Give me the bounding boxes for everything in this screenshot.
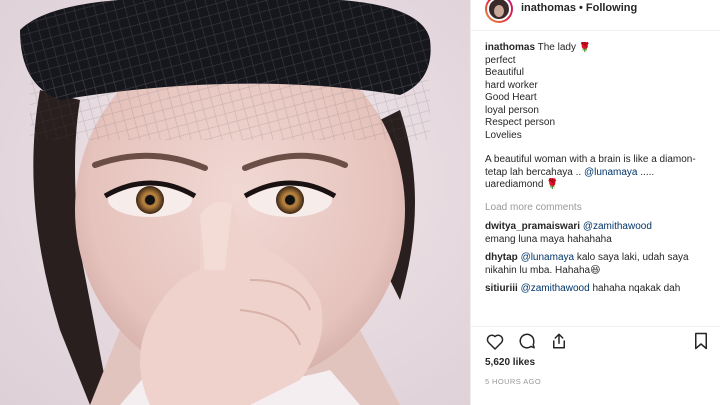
caption-line: Good Heart (485, 92, 537, 103)
comment-username[interactable]: sitiuriii (485, 283, 518, 294)
caption-mention-link[interactable]: @lunamaya (584, 167, 638, 178)
caption-line: Lovelies (485, 129, 522, 141)
comment-mention-link[interactable]: @zamithawood (521, 283, 590, 294)
bookmark-icon[interactable] (691, 331, 711, 351)
caption-username[interactable]: inathomas (485, 42, 535, 53)
caption-line: hard worker (485, 79, 538, 91)
likes-count[interactable]: 5,620 likes (485, 357, 535, 368)
comment-mention-link[interactable]: @zamithawood (583, 221, 652, 232)
header-divider (471, 30, 720, 31)
comment-username[interactable]: dwitya_pramaiswari (485, 221, 580, 232)
comment-text: hahaha nqakak dah (592, 283, 681, 294)
heart-icon[interactable] (485, 331, 505, 351)
share-icon[interactable] (549, 331, 569, 351)
comment-bubble-icon[interactable] (517, 331, 537, 351)
caption-line: Beautiful (485, 67, 524, 78)
post-photo[interactable] (0, 0, 470, 405)
comments-section[interactable]: inathomas The lady 🌹 perfect Beautiful h… (485, 42, 715, 332)
comment-item: dhytap @lunamaya kalo saya laki, udah sa… (485, 252, 715, 277)
action-bar (485, 330, 711, 352)
comment-mention-link[interactable]: @lunamaya (521, 252, 575, 263)
actions-divider (471, 326, 720, 327)
caption: inathomas The lady 🌹 perfect Beautiful h… (485, 42, 715, 192)
caption-line: The lady 🌹 (537, 42, 592, 53)
portrait-image (0, 0, 470, 405)
caption-line: loyal person (485, 104, 539, 116)
comment-username[interactable]: dhytap (485, 252, 518, 263)
load-more-comments-button[interactable]: Load more comments (485, 202, 715, 215)
header-username[interactable]: inathomas (521, 2, 576, 14)
follow-status-button[interactable]: Following (586, 2, 637, 14)
post-header: inathomas • Following (471, 0, 720, 30)
post-side-panel: inathomas • Following inathomas The lady… (470, 0, 720, 405)
caption-quote: A beautiful woman with a brain is like a… (485, 154, 715, 192)
header-separator: • (579, 2, 583, 14)
caption-line: Respect person (485, 117, 556, 128)
avatar[interactable] (485, 0, 513, 23)
comment-item: dwitya_pramaiswari @zamithawood emang lu… (485, 221, 715, 246)
comment-item: sitiuriii @zamithawood hahaha nqakak dah (485, 283, 715, 296)
comment-text: emang luna maya hahahaha (485, 233, 612, 245)
post-timestamp: 5 HOURS AGO (485, 377, 542, 386)
caption-line: perfect (485, 54, 516, 66)
